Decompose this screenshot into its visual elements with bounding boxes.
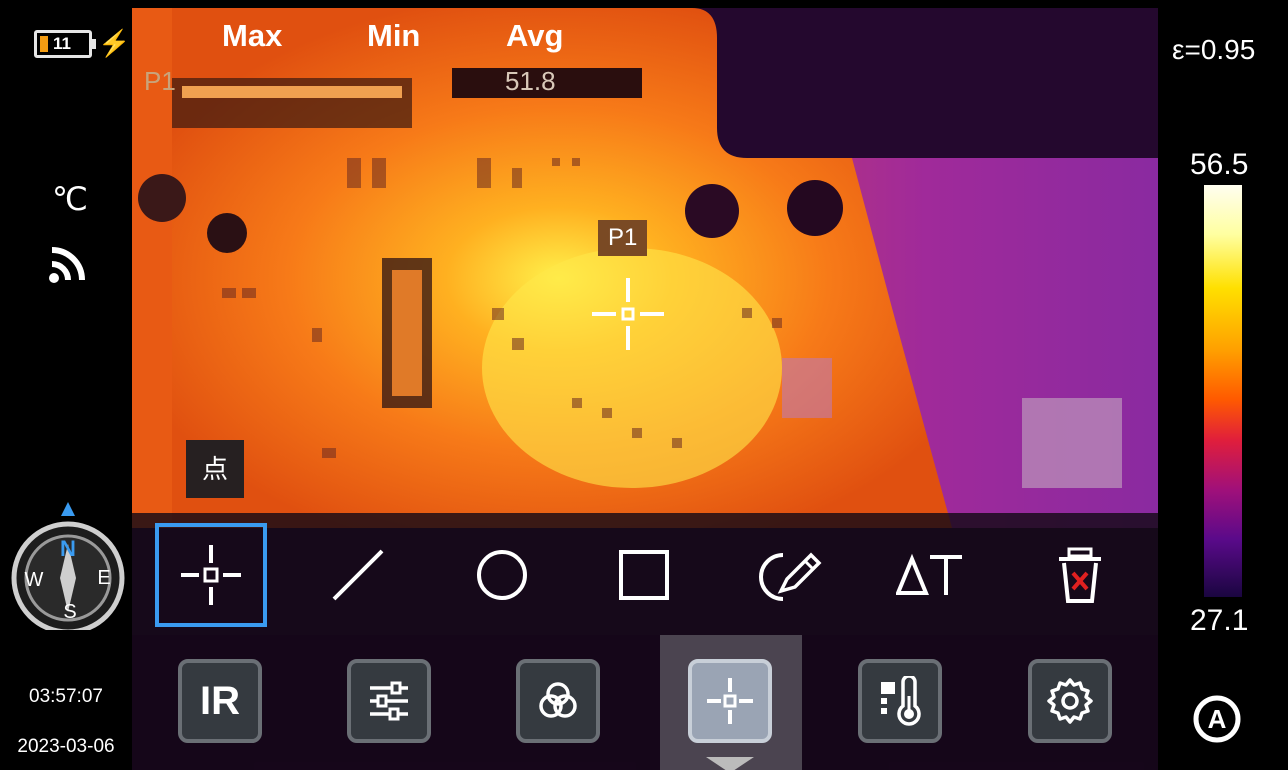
auto-mode-button[interactable]: A (1192, 694, 1242, 744)
menu-caret-icon (706, 757, 754, 770)
gear-icon (1047, 678, 1093, 724)
line-icon (332, 549, 384, 601)
avg-value: 51.8 (505, 66, 556, 96)
crosshair-icon (707, 678, 753, 724)
min-label: Min (367, 18, 421, 53)
compass-icon: N W E S (11, 502, 125, 630)
pen-icon (759, 552, 822, 601)
compass-w: W (25, 569, 44, 591)
thermal-image[interactable]: Max Min Avg P1 51.8 P1 点 IR (132, 8, 1158, 770)
palette-button[interactable] (516, 659, 600, 743)
settings-button[interactable] (1028, 659, 1112, 743)
main-menu-bar: IR (132, 635, 1158, 770)
compass-n: N (60, 536, 76, 561)
tool-circle-button[interactable] (446, 523, 558, 627)
battery-fill (40, 36, 48, 52)
compass-e: E (97, 567, 110, 589)
measurement-crosshair-icon[interactable] (590, 276, 666, 352)
avg-label: Avg (506, 18, 564, 53)
measure-toolbar (132, 513, 1158, 635)
battery-tip (92, 39, 96, 49)
tool-delete-button[interactable] (1024, 523, 1136, 627)
adjust-button[interactable] (347, 659, 431, 743)
palette-icon (539, 682, 577, 718)
circle-icon (477, 550, 527, 600)
ir-mode-button[interactable]: IR (178, 659, 262, 743)
temperature-colorbar (1204, 185, 1242, 597)
scale-column: ε=0.95 56.5 27.1 A (1158, 0, 1288, 770)
max-label: Max (222, 18, 283, 53)
marker-label: P1 (598, 220, 648, 256)
clock-time: 03:57:07 (29, 686, 103, 707)
clock-date: 2023-03-06 (17, 736, 115, 757)
tool-rectangle-button[interactable] (588, 523, 700, 627)
charging-icon: ⚡ (98, 28, 131, 58)
thermometer-icon (881, 676, 921, 726)
sliders-icon (370, 681, 408, 721)
rectangle-icon (619, 550, 669, 600)
battery-level: 11 (53, 34, 71, 53)
delta-t-icon (896, 553, 962, 595)
temperature-button[interactable] (858, 659, 942, 743)
wifi-icon (49, 247, 85, 283)
tool-tooltip: 点 (186, 440, 244, 498)
scale-max-value: 56.5 (1190, 148, 1249, 181)
tool-freehand-button[interactable] (732, 523, 844, 627)
compass-s: S (63, 601, 76, 623)
status-column: 11 ⚡ ℃ N W E S 03:57:07 2023-03-06 (0, 0, 132, 770)
point-crosshair-icon (181, 545, 241, 605)
tool-line-button[interactable] (302, 523, 414, 627)
battery-indicator: 11 (34, 30, 96, 58)
point-name: P1 (144, 66, 176, 96)
tool-point-button[interactable] (155, 523, 267, 627)
temperature-unit: ℃ (52, 181, 88, 217)
measure-button[interactable] (688, 659, 772, 743)
ir-mode-label: IR (200, 678, 240, 723)
auto-mode-label: A (1208, 704, 1227, 734)
trash-icon (1059, 547, 1101, 603)
scale-min-value: 27.1 (1190, 604, 1249, 637)
tool-delta-temp-button[interactable] (875, 523, 987, 627)
emissivity-value[interactable]: ε=0.95 (1172, 34, 1255, 66)
